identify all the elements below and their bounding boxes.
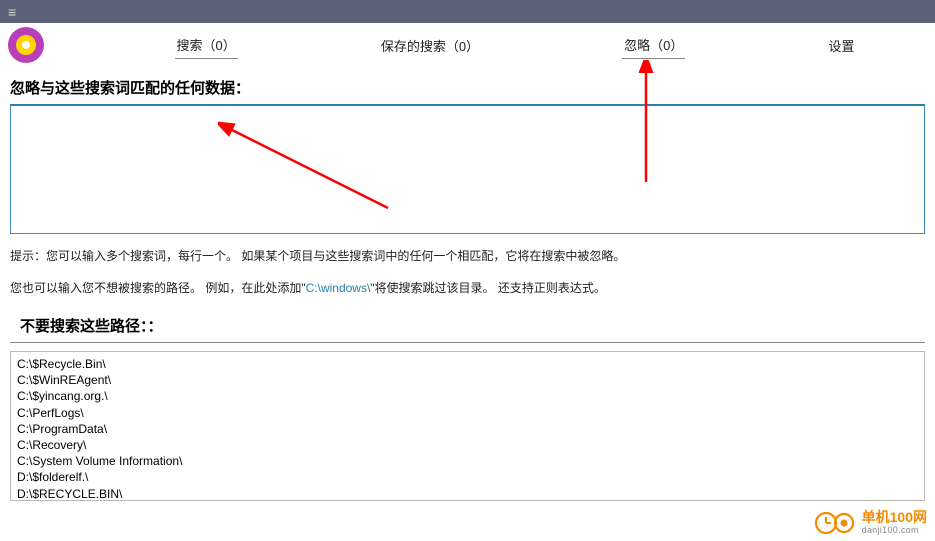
ignore-terms-input[interactable] <box>10 104 925 234</box>
ignore-terms-heading: 忽略与这些搜索词匹配的任何数据： <box>0 67 935 104</box>
hint-text-2: 您也可以输入您不想被搜索的路径。 例如，在此处添加"C:\windows\"将使… <box>0 269 935 301</box>
ignore-paths-box[interactable]: C:\$Recycle.Bin\ C:\$WinREAgent\ C:\$yin… <box>10 351 925 501</box>
hint-path: C:\windows\ <box>306 281 371 295</box>
hint-2b: "将使搜索跳过该目录。 还支持正则表达式。 <box>370 281 606 295</box>
hint-2a: 您也可以输入您不想被搜索的路径。 例如，在此处添加" <box>10 281 306 295</box>
watermark-url: danji100.com <box>862 526 927 536</box>
top-nav: 搜索（0） 保存的搜索（0） 忽略（0） 设置 <box>0 23 935 67</box>
tab-settings[interactable]: 设置 <box>826 32 856 59</box>
hint-text-1: 提示：您可以输入多个搜索词，每行一个。 如果某个项目与这些搜索词中的任何一个相匹… <box>0 237 935 269</box>
watermark: 单机100网 danji100.com <box>814 509 927 537</box>
hamburger-icon[interactable]: ≡ <box>8 5 16 19</box>
watermark-icon <box>814 509 856 537</box>
watermark-title: 单机100网 <box>862 510 927 525</box>
tab-saved-search[interactable]: 保存的搜索（0） <box>379 32 481 59</box>
tab-bar: 搜索（0） 保存的搜索（0） 忽略（0） 设置 <box>104 31 927 59</box>
tab-search[interactable]: 搜索（0） <box>175 31 238 59</box>
ignore-paths-heading: 不要搜索这些路径：： <box>10 301 925 343</box>
app-logo <box>8 27 44 63</box>
tab-ignore[interactable]: 忽略（0） <box>622 31 685 59</box>
window-titlebar: ≡ <box>0 0 935 23</box>
